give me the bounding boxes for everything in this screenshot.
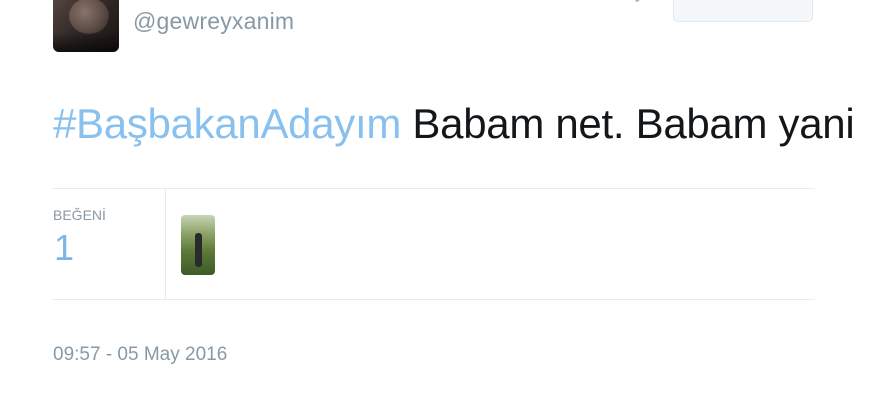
user-handle[interactable]: @gewreyxanim	[133, 8, 294, 35]
tweet-stats: BEĞENİ 1	[53, 188, 815, 300]
tweet-body: Babam net. Babam yani	[401, 100, 855, 147]
stats-divider	[165, 189, 166, 299]
tweet-timestamp[interactable]: 09:57 - 05 May 2016	[53, 344, 227, 366]
hashtag-link[interactable]: #BaşbakanAdayım	[53, 100, 401, 147]
tweet-card: @gewreyxanim ⌄ #BaşbakanAdayım Babam net…	[0, 0, 870, 400]
avatar-photo-shadow	[53, 32, 119, 52]
likes-count[interactable]: 1	[54, 227, 74, 269]
liker-avatar[interactable]	[181, 215, 215, 275]
follow-button[interactable]	[673, 0, 813, 22]
liker-avatar-figure	[195, 233, 202, 267]
user-avatar[interactable]	[53, 0, 119, 52]
tweet-text: #BaşbakanAdayım Babam net. Babam yani	[53, 100, 855, 148]
more-options-icon[interactable]: ⌄	[628, 0, 646, 8]
likes-label[interactable]: BEĞENİ	[53, 207, 106, 223]
avatar-photo-face	[69, 0, 109, 34]
